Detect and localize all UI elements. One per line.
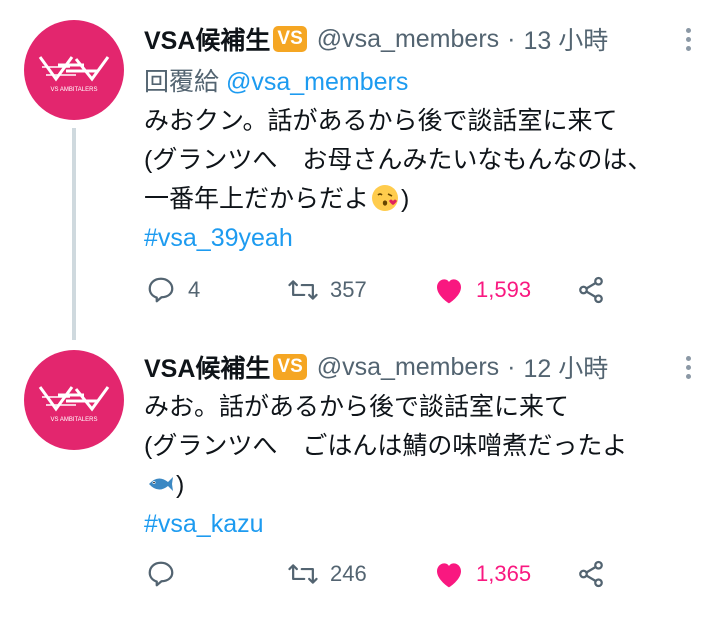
reply-mention[interactable]: @vsa_members bbox=[226, 68, 408, 96]
tweet-line: ) bbox=[176, 471, 185, 499]
retweet-icon bbox=[286, 273, 320, 307]
like-button[interactable]: 1,593 bbox=[432, 273, 531, 307]
author-name[interactable]: VSA候補生 bbox=[144, 21, 270, 57]
hashtag-link[interactable]: #vsa_39yeah bbox=[144, 219, 700, 258]
vsa-logo: VS AMBITALERS bbox=[38, 386, 110, 423]
timestamp[interactable]: 12 小時 bbox=[523, 349, 608, 385]
share-button[interactable] bbox=[574, 273, 608, 307]
share-icon bbox=[574, 273, 608, 307]
reply-prefix: 回覆給 bbox=[144, 68, 220, 96]
author-handle[interactable]: @vsa_members bbox=[317, 25, 499, 54]
tweet-line: (グランツへ お母さんみたいなもんなのは、 bbox=[144, 146, 653, 174]
kissing-face-emoji bbox=[372, 185, 399, 211]
tweet-line: みお。話があるから後で談話室に来て bbox=[144, 393, 570, 421]
reply-button[interactable] bbox=[144, 557, 188, 591]
like-button[interactable]: 1,365 bbox=[432, 557, 531, 591]
tweet-line: ) bbox=[401, 185, 410, 213]
heart-icon bbox=[432, 273, 466, 307]
fish-emoji bbox=[149, 477, 173, 491]
hashtag-link[interactable]: #vsa_kazu bbox=[144, 505, 700, 544]
vs-badge: VS bbox=[273, 354, 307, 380]
tweet-line: 一番年上だからだよ bbox=[144, 185, 370, 213]
thread-line bbox=[72, 128, 76, 340]
avatar[interactable]: VS AMBITALERS bbox=[24, 350, 124, 450]
share-button[interactable] bbox=[574, 557, 608, 591]
author-name[interactable]: VSA候補生 bbox=[144, 349, 270, 385]
reply-icon bbox=[144, 557, 178, 591]
retweet-count: 246 bbox=[330, 561, 367, 586]
reply-count: 4 bbox=[188, 277, 201, 302]
retweet-count: 357 bbox=[330, 277, 367, 302]
retweet-button[interactable]: 357 bbox=[286, 273, 367, 307]
share-icon bbox=[574, 557, 608, 591]
like-count: 1,365 bbox=[476, 561, 532, 586]
reply-button[interactable]: 4 bbox=[144, 273, 200, 307]
like-count: 1,593 bbox=[476, 277, 532, 302]
action-bar: 246 1,365 bbox=[144, 554, 624, 594]
tweet-text: みお。話があるから後で談話室に来て (グランツへ ごはんは鯖の味噌煮だったよ ) bbox=[144, 388, 700, 505]
avatar[interactable]: VS AMBITALERS bbox=[24, 20, 124, 120]
reply-icon bbox=[144, 273, 178, 307]
timestamp[interactable]: 13 小時 bbox=[523, 21, 608, 57]
separator: · bbox=[507, 352, 516, 381]
tweet-line: (グランツへ ごはんは鯖の味噌煮だったよ bbox=[144, 432, 628, 460]
vs-badge: VS bbox=[273, 26, 307, 52]
author-handle[interactable]: @vsa_members bbox=[317, 353, 499, 382]
separator: · bbox=[507, 24, 516, 53]
avatar-text: VS AMBITALERS bbox=[51, 87, 98, 93]
heart-icon bbox=[432, 557, 466, 591]
tweet-text: みおクン。話があるから後で談話室に来て (グランツへ お母さんみたいなもんなのは… bbox=[144, 102, 700, 219]
more-options-icon[interactable] bbox=[686, 356, 692, 382]
tweet-1[interactable]: VS AMBITALERS VSA候補生 VS @vsa_members · 1… bbox=[0, 0, 720, 340]
reply-to-line: 回覆給 @vsa_members bbox=[144, 62, 700, 98]
retweet-icon bbox=[286, 557, 320, 591]
more-options-icon[interactable] bbox=[686, 28, 692, 54]
vsa-logo: VS AMBITALERS bbox=[38, 56, 110, 93]
action-bar: 4 357 1,593 bbox=[144, 270, 624, 310]
tweet-line: みおクン。話があるから後で談話室に来て bbox=[144, 107, 618, 135]
retweet-button[interactable]: 246 bbox=[286, 557, 367, 591]
tweet-2[interactable]: VS AMBITALERS VSA候補生 VS @vsa_members · 1… bbox=[0, 340, 720, 620]
avatar-text: VS AMBITALERS bbox=[51, 417, 98, 423]
